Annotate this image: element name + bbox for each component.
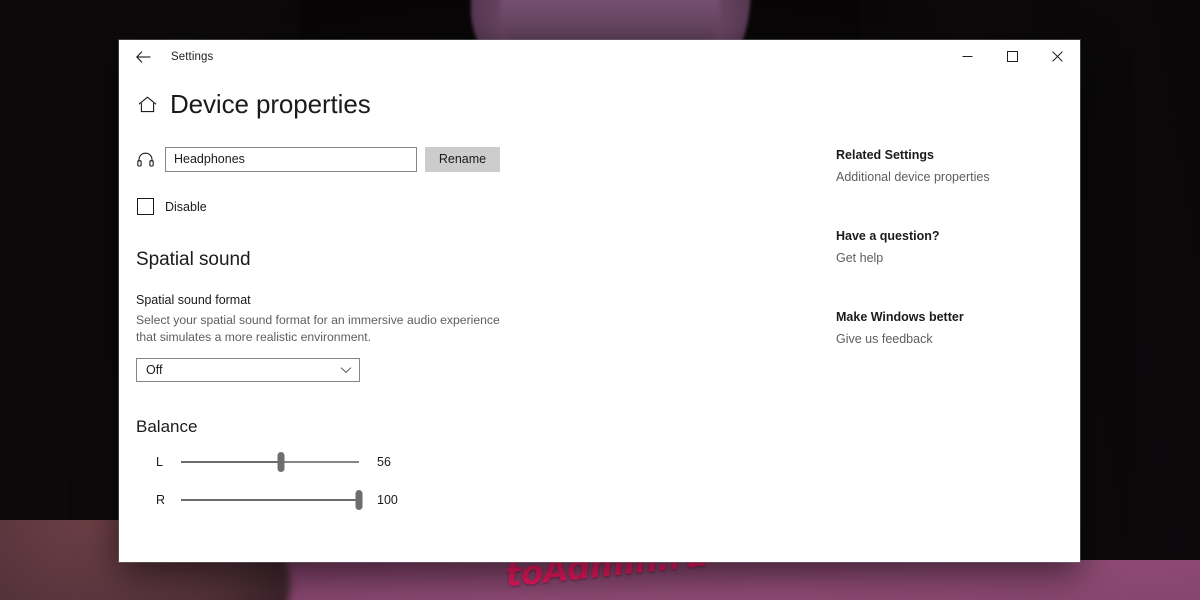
sidebar-group-make-windows-better: Make Windows better Give us feedback [836, 310, 1076, 346]
home-icon[interactable] [136, 94, 158, 116]
spatial-sound-selected-value: Off [146, 363, 163, 377]
title-bar: Settings [119, 40, 1080, 73]
have-a-question-heading: Have a question? [836, 229, 940, 243]
disable-label: Disable [165, 199, 207, 214]
right-slider-thumb[interactable] [355, 490, 363, 510]
right-slider-fill [181, 499, 359, 501]
left-slider-thumb[interactable] [277, 452, 285, 472]
device-name-input[interactable] [165, 146, 417, 172]
related-settings-heading: Related Settings [836, 148, 934, 162]
maximize-button[interactable] [990, 40, 1035, 73]
balance-heading: Balance [136, 417, 198, 436]
desktop-background: toAdmin.ru Settings Device properties He… [0, 0, 1200, 600]
page-header: Device properties [136, 89, 1080, 120]
balance-slider-row-left: L 56 [156, 449, 836, 475]
minimize-button[interactable] [945, 40, 990, 73]
sidebar-group-have-a-question: Have a question? Get help [836, 229, 1076, 265]
left-balance-value: 56 [377, 455, 391, 469]
left-slider-fill [181, 461, 281, 463]
right-balance-slider[interactable] [181, 490, 363, 510]
window-controls [945, 40, 1080, 73]
device-name-row: Rename [136, 146, 836, 172]
window-body: Rename Disable Spatial sound Spatial sou… [119, 120, 1080, 513]
sidebar-group-related-settings: Related Settings Additional device prope… [836, 148, 1076, 184]
link-get-help[interactable]: Get help [836, 251, 1076, 265]
spatial-sound-heading: Spatial sound [136, 249, 251, 270]
chevron-down-icon [340, 361, 352, 379]
settings-window: Settings Device properties Headphones Re… [119, 40, 1080, 562]
main-column: Rename Disable Spatial sound Spatial sou… [136, 146, 836, 513]
close-button[interactable] [1035, 40, 1080, 73]
rename-button[interactable]: Rename [425, 146, 500, 172]
spatial-sound-format-dropdown[interactable]: Off [136, 358, 360, 382]
left-balance-slider[interactable] [181, 452, 359, 472]
right-balance-value: 100 [377, 493, 398, 507]
link-additional-device-properties[interactable]: Additional device properties [836, 170, 1076, 184]
right-channel-label: R [156, 493, 166, 507]
left-channel-label: L [156, 455, 163, 469]
headphones-icon [136, 150, 154, 168]
disable-checkbox-row[interactable]: Disable [137, 198, 836, 215]
balance-slider-row-right: R 100 [156, 487, 836, 513]
link-give-us-feedback[interactable]: Give us feedback [836, 332, 1076, 346]
spatial-sound-format-label: Spatial sound format [136, 293, 251, 307]
spatial-sound-description: Select your spatial sound format for an … [136, 313, 500, 344]
make-windows-better-heading: Make Windows better [836, 310, 964, 324]
related-sidebar: Related Settings Additional device prope… [836, 147, 1076, 513]
page-title: Device properties [170, 89, 371, 119]
app-title: Settings [171, 50, 214, 63]
disable-checkbox[interactable] [137, 198, 154, 215]
back-arrow-icon[interactable] [125, 42, 161, 72]
